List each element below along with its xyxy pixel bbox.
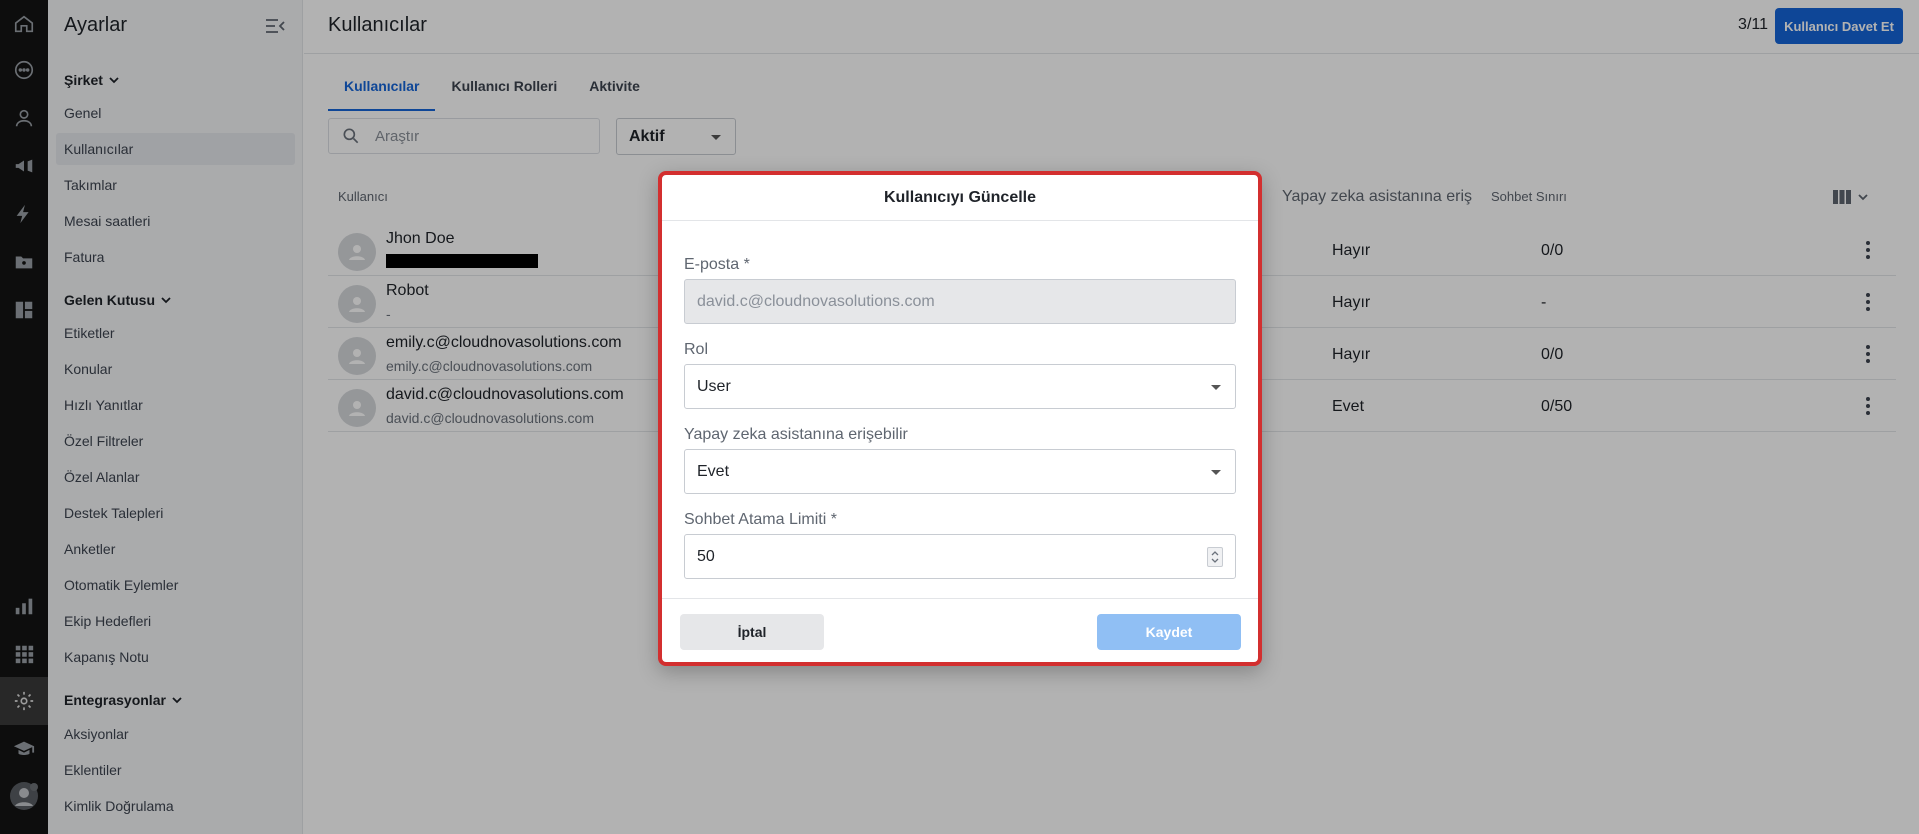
update-user-dialog: Kullanıcıyı Güncelle E-posta * david.c@c… <box>658 171 1262 666</box>
chat-limit-input[interactable]: 50 <box>684 534 1236 579</box>
role-label: Rol <box>684 341 709 358</box>
role-select[interactable]: User <box>684 364 1236 409</box>
dialog-title: Kullanıcıyı Güncelle <box>662 175 1258 221</box>
email-value: david.c@cloudnovasolutions.com <box>697 292 935 310</box>
caret-down-icon <box>1211 470 1221 475</box>
role-value: User <box>697 377 731 395</box>
caret-down-icon <box>1211 385 1221 390</box>
save-button[interactable]: Kaydet <box>1097 614 1241 650</box>
required-mark: * <box>830 511 837 528</box>
stepper-arrows-icon <box>1211 551 1219 563</box>
chat-limit-label: Sohbet Atama Limiti * <box>684 511 837 528</box>
cancel-button[interactable]: İptal <box>680 614 824 650</box>
email-label: E-posta * <box>684 256 750 273</box>
email-field: david.c@cloudnovasolutions.com <box>684 279 1236 324</box>
ai-access-select[interactable]: Evet <box>684 449 1236 494</box>
dialog-footer-divider <box>662 598 1258 599</box>
ai-access-select-value: Evet <box>697 462 730 480</box>
number-stepper[interactable] <box>1207 547 1223 567</box>
required-mark: * <box>743 256 750 273</box>
ai-access-label: Yapay zeka asistanına erişebilir <box>684 426 908 443</box>
chat-limit-input-value: 50 <box>697 547 715 565</box>
